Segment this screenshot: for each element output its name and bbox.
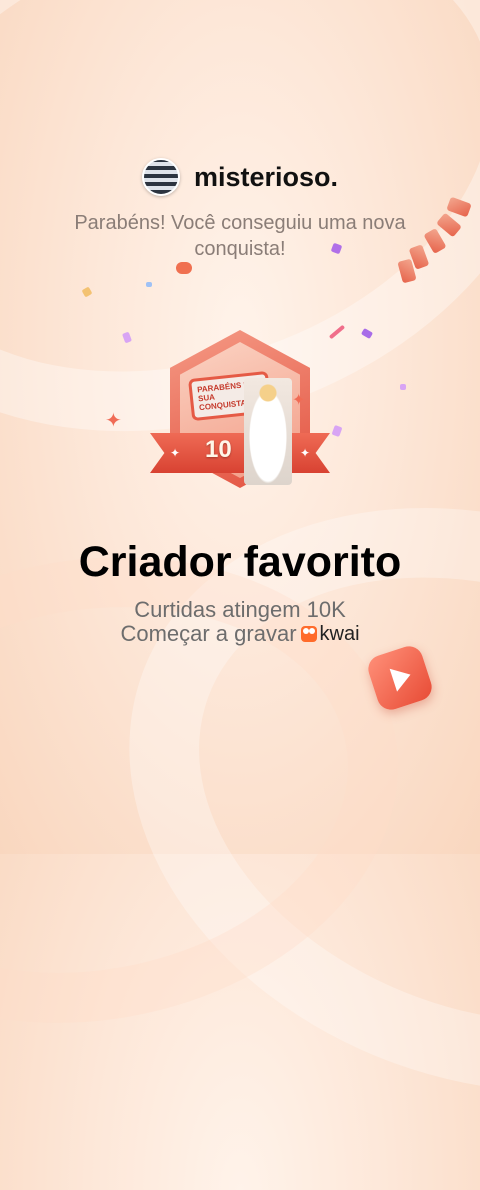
achievement-description: Curtidas atingem 10K: [134, 597, 346, 622]
kwai-logo: kwai: [300, 622, 360, 646]
achievement-subtitle: Curtidas atingem 10K Começar a gravar kw…: [0, 598, 480, 646]
creator-photo: [244, 378, 292, 485]
sparkle-icon: ✦: [105, 410, 122, 432]
confetti-piece: [146, 282, 152, 287]
achievement-title: Criador favorito: [78, 538, 402, 586]
confetti-piece: [400, 384, 406, 390]
confetti-piece: [122, 331, 132, 344]
avatar[interactable]: [141, 158, 180, 196]
congrats-message: Parabéns! Você conseguiu uma nova conqui…: [74, 212, 406, 260]
username: misterioso.: [193, 161, 339, 192]
confetti-piece: [328, 324, 346, 340]
record-cta[interactable]: Começar a gravar: [120, 622, 296, 646]
confetti-piece: [360, 327, 374, 340]
badge-number: 10: [205, 436, 232, 463]
star-icon: ✦: [170, 446, 181, 460]
star-icon: ✦: [300, 446, 311, 460]
sparkle-icon: ✦: [292, 392, 306, 409]
play-icon[interactable]: [364, 642, 436, 714]
background-swoosh: [0, 509, 436, 1071]
user-header: misterioso.: [0, 158, 480, 196]
achievement-badge: PARABÉNS POR SUA CONQUISTA ✦ ✦ 10 ✦ ✦: [105, 330, 330, 505]
kwai-brand-text: kwai: [319, 623, 360, 645]
confetti-piece: [331, 424, 343, 438]
background-swoosh: [46, 410, 480, 1190]
film-ribbon-decoration: [390, 196, 472, 284]
kwai-logo-icon: [300, 626, 317, 642]
confetti-piece: [176, 262, 192, 274]
confetti-piece: [81, 286, 93, 298]
